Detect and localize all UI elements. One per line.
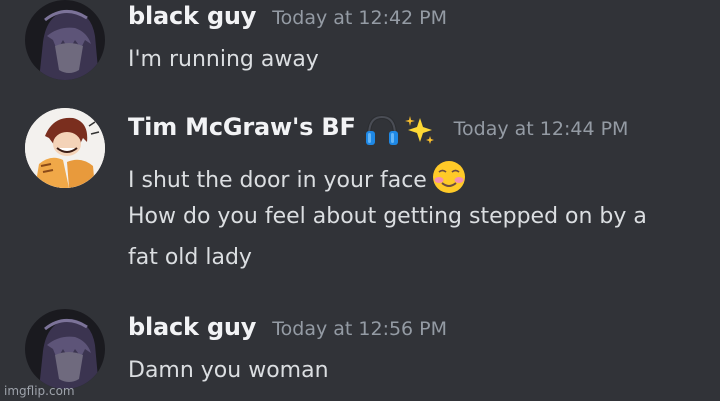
message-text: I shut the door in your face xyxy=(128,159,469,201)
sparkles-icon xyxy=(404,114,436,150)
message-text: Damn you woman xyxy=(128,358,329,383)
timestamp[interactable]: Today at 12:56 PM xyxy=(272,318,447,340)
avatar[interactable] xyxy=(25,108,105,188)
username[interactable]: black guy xyxy=(128,313,256,341)
username[interactable]: black guy xyxy=(128,2,256,30)
message-text-content: I shut the door in your face xyxy=(128,168,427,193)
headphones-icon xyxy=(364,113,400,151)
watermark: imgflip.com xyxy=(4,384,75,398)
message-header: Tim McGraw's BF Today at 12:44 PM xyxy=(128,113,628,151)
smiling-face-with-blush-emoji xyxy=(429,159,469,201)
timestamp[interactable]: Today at 12:44 PM xyxy=(454,118,629,140)
message-text: I'm running away xyxy=(128,47,319,72)
username[interactable]: Tim McGraw's BF xyxy=(128,113,356,141)
message-header: black guy Today at 12:42 PM xyxy=(128,2,447,30)
message-header: black guy Today at 12:56 PM xyxy=(128,313,447,341)
chat-view: black guy Today at 12:42 PM I'm running … xyxy=(0,0,720,401)
message-text: fat old lady xyxy=(128,245,252,270)
timestamp[interactable]: Today at 12:42 PM xyxy=(272,7,447,29)
message-text: How do you feel about getting stepped on… xyxy=(128,204,647,229)
avatar[interactable] xyxy=(25,309,105,389)
avatar[interactable] xyxy=(25,0,105,80)
